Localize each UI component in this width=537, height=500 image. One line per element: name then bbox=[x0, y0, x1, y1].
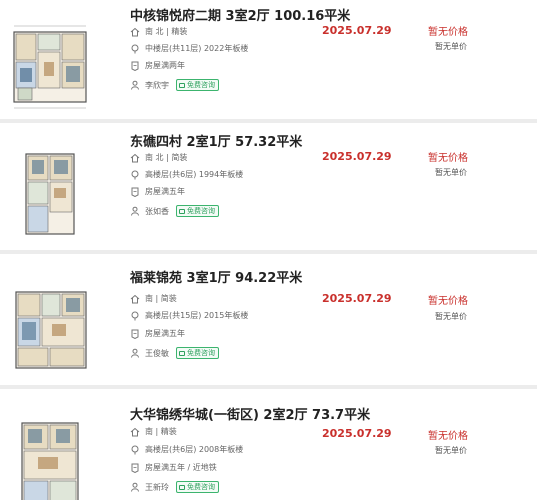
agent-row: 王新玲 免费咨询 bbox=[130, 481, 219, 493]
listing-card[interactable]: 东礁四村 2室1厅 57.32平米 南 北 | 简装 高楼层(共6层) 1994… bbox=[0, 126, 537, 249]
unit-price: 暂无单价 bbox=[435, 446, 467, 455]
floor-plan-image[interactable] bbox=[8, 18, 92, 118]
listing-card[interactable]: 中核锦悦府二期 3室2厅 100.16平米 南 北 | 精装 中楼层(共11层)… bbox=[0, 0, 537, 123]
tag-text: 房屋满五年 / 近地铁 bbox=[145, 463, 217, 472]
certificate-icon bbox=[130, 329, 140, 339]
agent-row: 王俊敏 免费咨询 bbox=[130, 347, 219, 359]
certificate-icon bbox=[130, 61, 140, 71]
person-icon bbox=[130, 482, 140, 492]
tag-row: 房屋满五年 / 近地铁 bbox=[130, 462, 217, 473]
agent-name: 张如香 bbox=[145, 206, 169, 216]
person-icon bbox=[130, 348, 140, 358]
listing-date: 2025.07.29 bbox=[322, 292, 392, 305]
floor-text: 高楼层(共6层) 2008年板楼 bbox=[145, 445, 244, 454]
unit-price: 暂无单价 bbox=[435, 312, 467, 321]
chat-icon bbox=[179, 350, 185, 356]
unit-price: 暂无单价 bbox=[435, 42, 467, 51]
house-icon bbox=[130, 427, 140, 437]
person-icon bbox=[130, 80, 140, 90]
total-price: 暂无价格 bbox=[428, 296, 468, 307]
free-consult-label: 免费咨询 bbox=[187, 207, 215, 215]
tag-row: 房屋满五年 bbox=[130, 186, 185, 197]
listing-title[interactable]: 大华锦绣华城(一街区) 2室2厅 73.7平米 bbox=[130, 404, 370, 423]
certificate-icon bbox=[130, 187, 140, 197]
free-consult-label: 免费咨询 bbox=[187, 483, 215, 491]
card-divider bbox=[0, 250, 537, 254]
free-consult-button[interactable]: 免费咨询 bbox=[176, 481, 219, 493]
floor-row: 高楼层(共15层) 2015年板楼 bbox=[130, 310, 248, 321]
location-pin-icon bbox=[130, 311, 140, 321]
floor-row: 高楼层(共6层) 1994年板楼 bbox=[130, 169, 243, 180]
orientation-text: 南 北 | 简装 bbox=[145, 153, 188, 162]
floor-plan-image[interactable] bbox=[8, 417, 92, 500]
free-consult-button[interactable]: 免费咨询 bbox=[176, 347, 219, 359]
orientation-row: 南 北 | 精装 bbox=[130, 26, 187, 37]
agent-name: 王新玲 bbox=[145, 482, 169, 492]
free-consult-label: 免费咨询 bbox=[187, 349, 215, 357]
listing-title[interactable]: 中核锦悦府二期 3室2厅 100.16平米 bbox=[130, 5, 350, 24]
house-icon bbox=[130, 294, 140, 304]
chat-icon bbox=[179, 484, 185, 490]
card-divider bbox=[0, 119, 537, 123]
house-icon bbox=[130, 153, 140, 163]
agent-row: 李欣宇 免费咨询 bbox=[130, 79, 219, 91]
floor-row: 高楼层(共6层) 2008年板楼 bbox=[130, 444, 243, 455]
certificate-icon bbox=[130, 463, 140, 473]
floor-text: 中楼层(共11层) 2022年板楼 bbox=[145, 44, 249, 53]
floor-plan-image[interactable] bbox=[8, 144, 92, 244]
listing-date: 2025.07.29 bbox=[322, 150, 392, 163]
listing-date: 2025.07.29 bbox=[322, 24, 392, 37]
total-price: 暂无价格 bbox=[428, 431, 468, 442]
agent-name: 王俊敏 bbox=[145, 348, 169, 358]
free-consult-button[interactable]: 免费咨询 bbox=[176, 79, 219, 91]
tag-row: 房屋满两年 bbox=[130, 60, 185, 71]
location-pin-icon bbox=[130, 44, 140, 54]
unit-price: 暂无单价 bbox=[435, 168, 467, 177]
total-price: 暂无价格 bbox=[428, 27, 468, 38]
free-consult-button[interactable]: 免费咨询 bbox=[176, 205, 219, 217]
tag-row: 房屋满五年 bbox=[130, 328, 185, 339]
listing-card[interactable]: 福莱锦苑 3室1厅 94.22平米 南 | 简装 高楼层(共15层) 2015年… bbox=[0, 262, 537, 385]
tag-text: 房屋满五年 bbox=[145, 187, 185, 196]
orientation-row: 南 | 简装 bbox=[130, 293, 177, 304]
free-consult-label: 免费咨询 bbox=[187, 81, 215, 89]
orientation-row: 南 | 精装 bbox=[130, 426, 177, 437]
orientation-text: 南 | 精装 bbox=[145, 427, 177, 436]
location-pin-icon bbox=[130, 445, 140, 455]
floor-text: 高楼层(共15层) 2015年板楼 bbox=[145, 311, 249, 320]
tag-text: 房屋满五年 bbox=[145, 329, 185, 338]
floor-text: 高楼层(共6层) 1994年板楼 bbox=[145, 170, 244, 179]
listing-card[interactable]: 大华锦绣华城(一街区) 2室2厅 73.7平米 南 | 精装 高楼层(共6层) … bbox=[0, 399, 537, 500]
agent-row: 张如香 免费咨询 bbox=[130, 205, 219, 217]
chat-icon bbox=[179, 208, 185, 214]
tag-text: 房屋满两年 bbox=[145, 61, 185, 70]
orientation-row: 南 北 | 简装 bbox=[130, 152, 187, 163]
floor-plan-image[interactable] bbox=[8, 280, 92, 380]
listing-title[interactable]: 福莱锦苑 3室1厅 94.22平米 bbox=[130, 267, 302, 286]
card-divider bbox=[0, 385, 537, 389]
chat-icon bbox=[179, 82, 185, 88]
house-icon bbox=[130, 27, 140, 37]
floor-row: 中楼层(共11层) 2022年板楼 bbox=[130, 43, 248, 54]
listing-date: 2025.07.29 bbox=[322, 427, 392, 440]
total-price: 暂无价格 bbox=[428, 153, 468, 164]
listing-title[interactable]: 东礁四村 2室1厅 57.32平米 bbox=[130, 131, 302, 150]
agent-name: 李欣宇 bbox=[145, 80, 169, 90]
orientation-text: 南 | 简装 bbox=[145, 294, 177, 303]
location-pin-icon bbox=[130, 170, 140, 180]
person-icon bbox=[130, 206, 140, 216]
orientation-text: 南 北 | 精装 bbox=[145, 27, 188, 36]
listing-list: 中核锦悦府二期 3室2厅 100.16平米 南 北 | 精装 中楼层(共11层)… bbox=[0, 0, 537, 500]
